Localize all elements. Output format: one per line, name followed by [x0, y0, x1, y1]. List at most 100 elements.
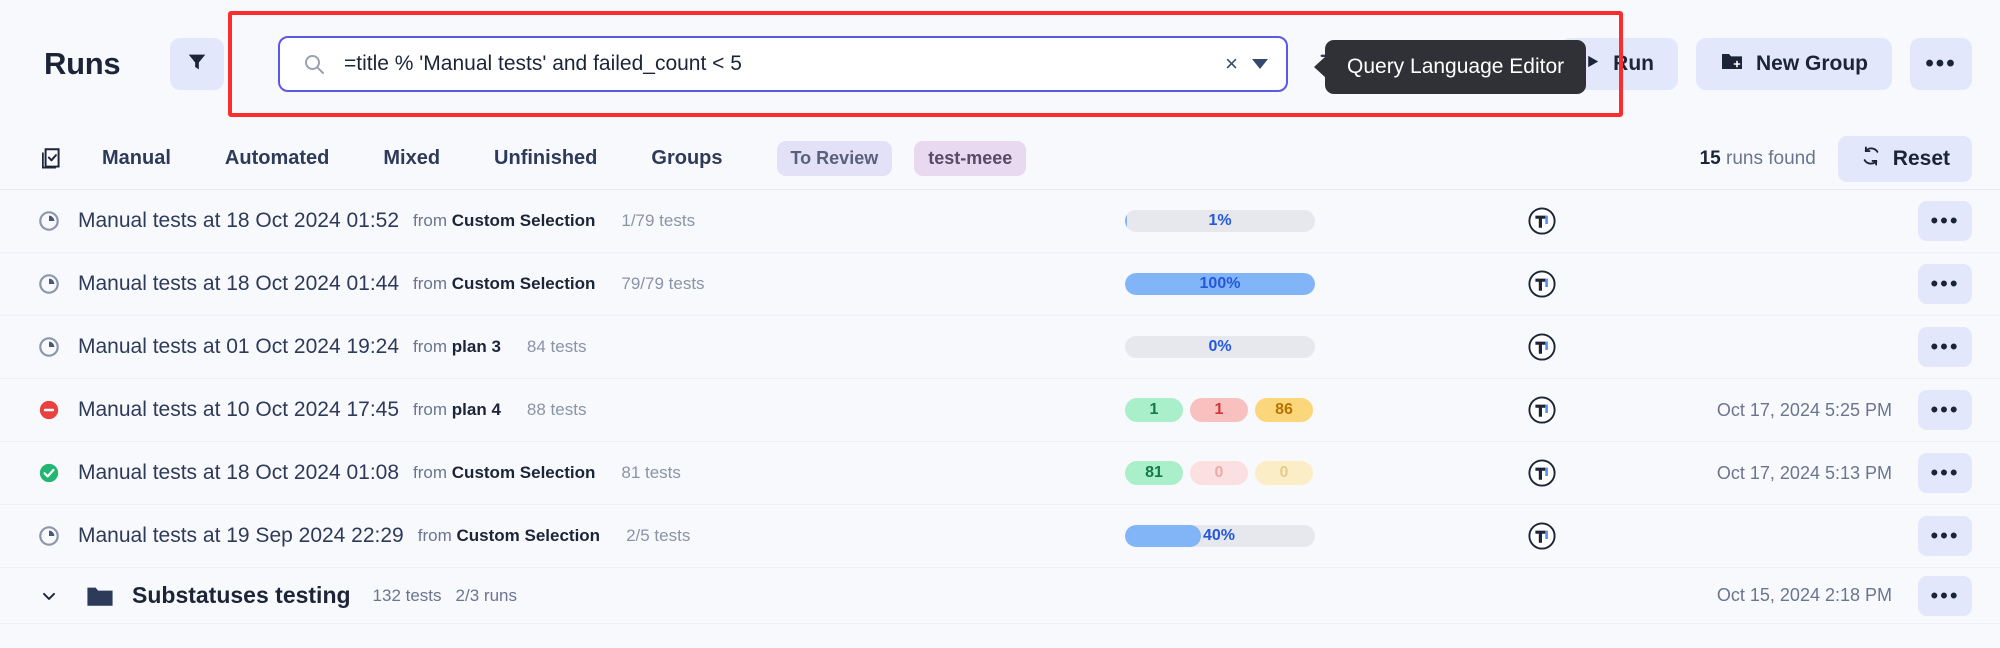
run-source-prefix: from	[417, 526, 452, 545]
tab-manual[interactable]: Manual	[102, 147, 171, 170]
run-date: Oct 17, 2024 5:25 PM	[1716, 399, 1892, 420]
checklist-icon[interactable]	[38, 146, 64, 172]
status-in-progress-icon	[38, 273, 68, 295]
status-in-progress-icon	[38, 336, 68, 358]
progress-label: 100%	[1199, 275, 1241, 292]
new-group-button-label: New Group	[1755, 52, 1868, 75]
run-tests-count: 1/79 tests	[621, 211, 696, 230]
row-more-button[interactable]: •••	[1918, 327, 1972, 367]
run-progress: 1%	[1125, 210, 1315, 232]
avatar[interactable]	[1528, 459, 1556, 487]
run-source-name: plan 3	[451, 337, 501, 356]
folder-icon	[86, 584, 114, 608]
table-row[interactable]: Manual tests at 10 Oct 2024 17:45 from p…	[0, 379, 2000, 442]
runs-found-label: runs found	[1726, 147, 1816, 169]
tab-groups[interactable]: Groups	[651, 147, 722, 170]
more-icon: •••	[1930, 334, 1960, 360]
count-untested-badge: 0	[1255, 461, 1313, 485]
app-header: Runs =title % 'Manual tests' and failed_…	[0, 0, 2000, 128]
new-group-button[interactable]: New Group	[1695, 38, 1892, 90]
row-more-button[interactable]: •••	[1918, 264, 1972, 304]
run-title: Manual tests at 18 Oct 2024 01:44	[78, 272, 400, 295]
run-source-name: Custom Selection	[456, 526, 601, 545]
more-icon: •••	[1930, 582, 1960, 608]
tab-automated[interactable]: Automated	[225, 147, 329, 170]
run-source: from Custom Selection	[418, 526, 600, 546]
run-tests-count: 81 tests	[621, 463, 681, 482]
run-source-name: Custom Selection	[451, 463, 596, 482]
status-counts: 81 0 0	[1125, 461, 1313, 485]
status-in-progress-icon	[38, 210, 68, 232]
runs-list: Manual tests at 18 Oct 2024 01:52 from C…	[0, 190, 2000, 624]
avatar[interactable]	[1528, 270, 1556, 298]
status-passed-icon	[38, 462, 68, 484]
avatar[interactable]	[1528, 207, 1556, 235]
header-more-button[interactable]: •••	[1910, 38, 1972, 90]
table-row[interactable]: Manual tests at 19 Sep 2024 22:29 from C…	[0, 505, 2000, 568]
chip-to-review[interactable]: To Review	[776, 141, 893, 176]
run-source-name: Custom Selection	[451, 211, 596, 230]
avatar[interactable]	[1528, 333, 1556, 361]
run-source-prefix: from	[413, 463, 448, 482]
table-row[interactable]: Manual tests at 18 Oct 2024 01:08 from C…	[0, 442, 2000, 505]
header-actions: Run New Group •••	[1560, 38, 1972, 90]
runs-found-count: 15	[1699, 147, 1721, 169]
count-passed-badge: 81	[1125, 461, 1183, 485]
run-source: from Custom Selection	[413, 274, 595, 294]
clear-search-icon[interactable]: ×	[1225, 53, 1238, 75]
tab-unfinished[interactable]: Unfinished	[494, 147, 597, 170]
run-title: Manual tests at 18 Oct 2024 01:52	[78, 209, 400, 232]
group-title: Substatuses testing	[132, 582, 351, 608]
runs-found-status: 15 runs found	[1700, 148, 1816, 170]
run-date: Oct 17, 2024 5:13 PM	[1716, 462, 1892, 483]
run-source: from plan 3	[413, 337, 501, 357]
search-icon	[302, 52, 326, 76]
table-row[interactable]: Manual tests at 01 Oct 2024 19:24 from p…	[0, 316, 2000, 379]
reset-button[interactable]: Reset	[1837, 135, 1972, 182]
avatar[interactable]	[1528, 522, 1556, 550]
reset-button-label: Reset	[1892, 146, 1950, 170]
filters-toolbar: Manual Automated Mixed Unfinished Groups…	[0, 128, 2000, 190]
more-icon: •••	[1925, 49, 1957, 77]
progress-bar: 0%	[1125, 336, 1315, 358]
progress-label: 1%	[1208, 212, 1232, 229]
table-row[interactable]: Manual tests at 18 Oct 2024 01:44 from C…	[0, 253, 2000, 316]
chevron-down-icon[interactable]	[1252, 59, 1268, 69]
chip-test-meee[interactable]: test-meee	[914, 141, 1027, 176]
run-tests-count: 79/79 tests	[621, 274, 705, 293]
run-source: from plan 4	[413, 400, 501, 420]
progress-label: 0%	[1208, 338, 1232, 355]
more-icon: •••	[1930, 523, 1960, 549]
progress-bar: 1%	[1125, 210, 1315, 232]
more-icon: •••	[1930, 208, 1960, 234]
search-box[interactable]: =title % 'Manual tests' and failed_count…	[278, 36, 1288, 92]
group-runs-count: 2/3 runs	[455, 585, 517, 605]
group-row[interactable]: Substatuses testing 132 tests 2/3 runs O…	[0, 568, 2000, 624]
search-input[interactable]: =title % 'Manual tests' and failed_count…	[344, 52, 1225, 76]
progress-bar: 100%	[1125, 273, 1315, 295]
run-counts: 81 0 0	[1125, 461, 1315, 485]
run-source: from Custom Selection	[413, 211, 595, 231]
row-more-button[interactable]: •••	[1918, 453, 1972, 493]
group-more-button[interactable]: •••	[1918, 575, 1972, 616]
avatar[interactable]	[1528, 396, 1556, 424]
run-title: Manual tests at 10 Oct 2024 17:45	[78, 398, 400, 421]
group-date: Oct 15, 2024 2:18 PM	[1716, 585, 1892, 605]
status-counts: 1 1 86	[1125, 398, 1313, 422]
row-more-button[interactable]: •••	[1918, 201, 1972, 241]
table-row[interactable]: Manual tests at 18 Oct 2024 01:52 from C…	[0, 190, 2000, 253]
filter-button[interactable]	[170, 38, 224, 90]
run-title: Manual tests at 01 Oct 2024 19:24	[78, 335, 400, 358]
row-more-button[interactable]: •••	[1918, 516, 1972, 556]
more-icon: •••	[1930, 460, 1960, 486]
tab-mixed[interactable]: Mixed	[383, 147, 440, 170]
count-failed-badge: 1	[1190, 398, 1248, 422]
row-more-button[interactable]: •••	[1918, 390, 1972, 430]
run-source-name: Custom Selection	[451, 274, 596, 293]
refresh-icon	[1860, 145, 1882, 173]
more-icon: •••	[1930, 271, 1960, 297]
search-container: =title % 'Manual tests' and failed_count…	[278, 36, 1288, 92]
run-progress: 0%	[1125, 336, 1315, 358]
chevron-down-icon[interactable]	[38, 586, 60, 606]
progress-label: 40%	[1203, 527, 1236, 544]
